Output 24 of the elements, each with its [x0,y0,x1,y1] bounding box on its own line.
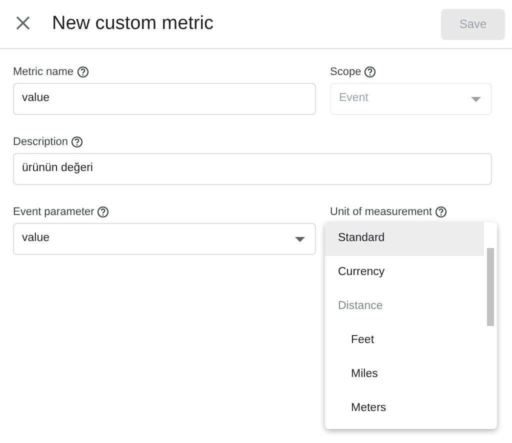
help-icon [76,66,89,78]
dropdown-field[interactable]: value [13,223,316,255]
field-label: Unit of measurement [330,204,432,220]
input-field[interactable]: ürünün değeri [13,153,492,185]
close-icon [16,16,30,30]
menu-group-label: Distance [337,299,384,314]
dropdown-arrow-icon [295,236,305,242]
field-label: Scope [330,64,362,80]
menu-option[interactable]: Standard [325,222,484,256]
menu-option[interactable]: Feet [325,324,484,358]
scrollbar-thumb[interactable] [487,248,494,326]
field-label: Description [13,134,68,150]
input-field[interactable]: value [13,83,316,115]
menu-option[interactable]: Currency [325,256,484,290]
field-label: Metric name [13,64,74,80]
help-icon [97,206,110,218]
help-icon [71,136,84,148]
dialog-title: New custom metric [52,12,214,36]
menu-option[interactable]: Miles [325,358,484,392]
help-icon [435,206,448,218]
menu-option[interactable]: Meters [325,392,484,426]
help-icon [364,66,376,78]
dropdown-arrow-icon [471,96,481,102]
field-label: Event parameter [13,204,94,220]
